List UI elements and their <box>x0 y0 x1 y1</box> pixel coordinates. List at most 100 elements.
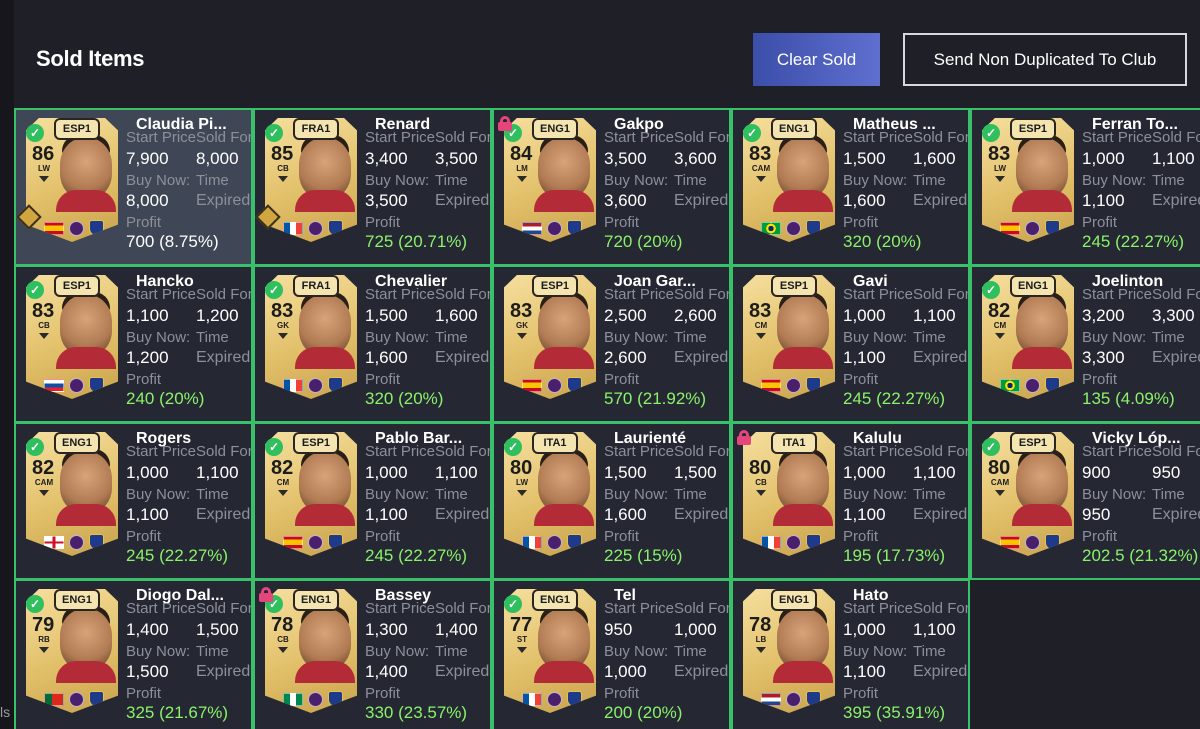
lock-icon <box>737 430 751 445</box>
league-logo-icon <box>547 220 562 236</box>
profit-label: Profit <box>126 528 162 545</box>
player-position: RB <box>38 635 50 644</box>
sold-for-label: Sold For <box>435 443 492 460</box>
sold-item-tile[interactable]: 83 CM ESP1 Gavi Start Price Sold For 1,000 1,10… <box>731 265 970 423</box>
profit-value: 245 (22.27%) <box>1082 232 1185 251</box>
club-badge-icon <box>89 691 104 707</box>
card-badges <box>273 220 353 236</box>
sold-item-tile[interactable]: 83 GK ESP1 Joan Gar... Start Price Sold For 2,… <box>492 265 731 423</box>
player-face <box>777 452 829 512</box>
player-face <box>1016 295 1068 355</box>
player-position: CB <box>277 164 289 173</box>
player-shirt <box>534 190 594 212</box>
sold-item-tile[interactable]: 80 LW ITA1 ✓ Laurienté Start Price Sold For 1,5… <box>492 422 731 580</box>
chevron-down-icon <box>39 647 49 653</box>
profit-value: 395 (35.91%) <box>843 703 946 722</box>
player-rating: 83 <box>749 300 772 322</box>
club-badge-icon <box>1045 534 1060 550</box>
buy-now-label: Buy Now: <box>126 329 191 346</box>
sold-item-tile[interactable]: 83LWESP1✓Ferran To...Start PriceSold For… <box>970 108 1200 266</box>
sold-item-tile[interactable]: 80CAMESP1✓Vicky Lóp...Start PriceSold Fo… <box>970 422 1200 580</box>
profit-value: 725 (20.71%) <box>365 232 468 251</box>
buy-now-label: Buy Now: <box>843 643 908 660</box>
start-price-label: Start Price <box>604 129 675 146</box>
time-label: Time <box>196 486 229 503</box>
sold-item-tile[interactable]: 82CMENG1✓JoelintonStart PriceSold For3,2… <box>970 265 1200 423</box>
time-label: Time <box>674 486 707 503</box>
sold-item-tile[interactable]: 82 CM ESP1 ✓ Pablo Bar... Start Price Sold For… <box>253 422 492 580</box>
buy-now-label: Buy Now: <box>843 486 908 503</box>
profit-value: 330 (23.57%) <box>365 703 468 722</box>
chevron-down-icon <box>278 333 288 339</box>
start-price-label: Start Price <box>365 129 436 146</box>
start-price-label: Start Price <box>1082 443 1153 460</box>
clear-sold-button[interactable]: Clear Sold <box>753 33 880 86</box>
club-badge-icon <box>567 220 582 236</box>
card-badges <box>990 220 1070 236</box>
player-face <box>777 295 829 355</box>
sold-for-label: Sold For <box>196 443 253 460</box>
start-price-label: Start Price <box>843 443 914 460</box>
sold-item-tile[interactable]: 82 CAM ENG1 ✓ Rogers Start Price Sold For 1,000… <box>14 422 253 580</box>
check-icon: ✓ <box>26 281 44 299</box>
sold-item-tile[interactable]: 84 LM ENG1 ✓ Gakpo Start Price Sold For 3,500 3,… <box>492 108 731 266</box>
nation-flag-icon <box>522 378 542 392</box>
start-price-value: 7,900 <box>126 149 169 168</box>
sold-item-tile[interactable]: 83 CAM ENG1 ✓ Matheus ... Start Price Sold For… <box>731 108 970 266</box>
expired-label: Expired <box>913 349 968 366</box>
sold-item-tile[interactable]: 80 CB ITA1 Kalulu Start Price Sold For 1,000 1,… <box>731 422 970 580</box>
start-price-value: 1,000 <box>365 463 408 482</box>
card-badges <box>34 534 114 550</box>
profit-label: Profit <box>126 371 162 388</box>
buy-now-value: 1,600 <box>843 191 886 210</box>
time-label: Time <box>913 172 946 189</box>
league-logo-icon <box>308 220 323 236</box>
start-price-value: 1,100 <box>126 306 169 325</box>
start-price-value: 2,500 <box>604 306 647 325</box>
check-icon: ✓ <box>504 438 522 456</box>
send-non-duplicated-button[interactable]: Send Non Duplicated To Club <box>903 33 1187 86</box>
sold-for-value: 1,400 <box>435 620 478 639</box>
sold-for-value: 1,100 <box>1152 149 1195 168</box>
expired-label: Expired <box>435 663 490 680</box>
sold-item-tile[interactable]: 78 CB ENG1 ✓ Bassey Start Price Sold For 1,300 1… <box>253 579 492 729</box>
lock-icon <box>498 116 512 131</box>
nation-flag-icon <box>44 535 64 549</box>
start-price-label: Start Price <box>126 443 197 460</box>
player-position: ST <box>516 635 528 644</box>
start-price-label: Start Price <box>843 129 914 146</box>
league-logo-icon <box>69 691 84 707</box>
league-tag: ESP1 <box>771 275 817 297</box>
sold-item-tile[interactable]: 83 GK FRA1 ✓ Chevalier Start Price Sold For 1,5… <box>253 265 492 423</box>
sold-item-tile[interactable]: 85 CB FRA1 ✓ Renard Start Price Sold For 3,400 3… <box>253 108 492 266</box>
card-badges <box>751 377 831 393</box>
start-price-label: Start Price <box>126 129 197 146</box>
sold-item-tile[interactable]: 78 LB ENG1 Hato Start Price Sold For 1,000 1,10… <box>731 579 970 729</box>
sold-item-tile[interactable]: 83 CB ESP1 ✓ Hancko Start Price Sold For 1,100 1… <box>14 265 253 423</box>
buy-now-value: 1,000 <box>604 662 647 681</box>
profit-label: Profit <box>365 685 401 702</box>
buy-now-value: 1,100 <box>843 505 886 524</box>
start-price-value: 1,500 <box>604 463 647 482</box>
club-badge-icon <box>806 220 821 236</box>
start-price-label: Start Price <box>604 600 675 617</box>
player-shirt <box>56 190 116 212</box>
club-badge-icon <box>328 534 343 550</box>
sold-item-tile[interactable]: 86 LW ESP1 ✓ Claudia Pi... Start Price Sold Fo… <box>14 108 253 266</box>
sold-item-tile[interactable]: 79 RB ENG1 ✓ Diogo Dal... Start Price Sold For… <box>14 579 253 729</box>
player-rating: 83 <box>510 300 533 322</box>
sold-for-label: Sold For <box>196 286 253 303</box>
player-position: CM <box>993 321 1007 330</box>
start-price-label: Start Price <box>604 443 675 460</box>
card-badges <box>273 377 353 393</box>
sold-for-value: 3,300 <box>1152 306 1195 325</box>
buy-now-value: 8,000 <box>126 191 169 210</box>
sold-item-tile[interactable]: 77 ST ENG1 ✓ Tel Start Price Sold For 950 1,000 B… <box>492 579 731 729</box>
buy-now-value: 3,600 <box>604 191 647 210</box>
start-price-value: 1,000 <box>843 306 886 325</box>
lock-icon <box>259 587 273 602</box>
check-icon: ✓ <box>982 124 1000 142</box>
profit-label: Profit <box>604 214 640 231</box>
expired-label: Expired <box>674 349 729 366</box>
expired-label: Expired <box>913 663 968 680</box>
